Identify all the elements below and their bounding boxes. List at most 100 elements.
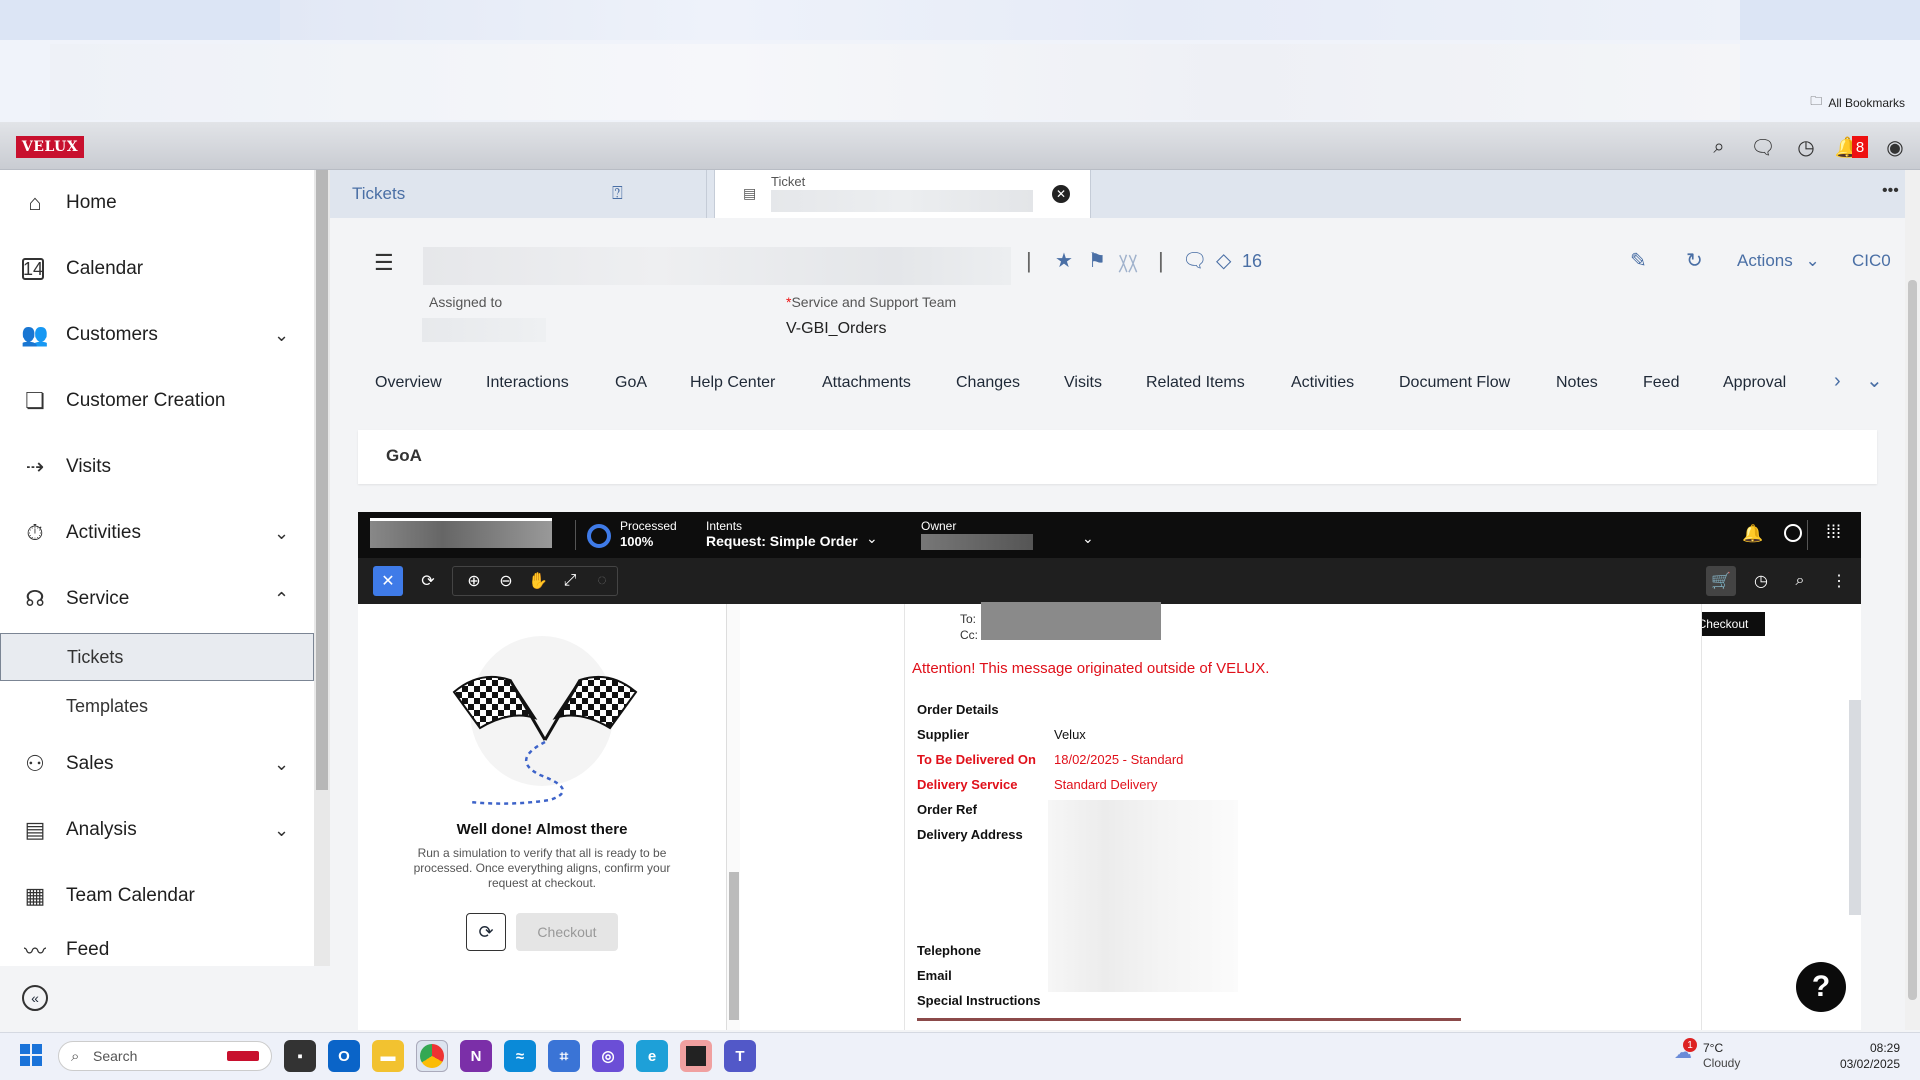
tab-interactions[interactable]: Interactions bbox=[486, 374, 569, 392]
tab-ticket[interactable]: ▤ Ticket bbox=[714, 170, 1091, 218]
sidebar-subitem-tickets[interactable]: Tickets bbox=[0, 633, 314, 681]
user-icon[interactable]: ◉ bbox=[1882, 134, 1908, 160]
chevron-down-icon[interactable]: ⌄ bbox=[1866, 368, 1883, 393]
tab-tickets[interactable]: Tickets ⍰ bbox=[330, 170, 707, 218]
apps-grid-icon[interactable]: ⁞⁞⁞ bbox=[1826, 522, 1841, 543]
search-icon[interactable]: ⌕ bbox=[1706, 134, 1732, 160]
help-button[interactable]: ? bbox=[1796, 962, 1846, 1012]
owner-value-blurred[interactable] bbox=[921, 534, 1033, 550]
main-scrollbar[interactable] bbox=[1905, 170, 1920, 1030]
chevron-right-icon[interactable]: › bbox=[1834, 370, 1841, 393]
tag-icon[interactable]: ◇ bbox=[1216, 248, 1231, 273]
sidebar-item-customers[interactable]: 👥 Customers ⌄ bbox=[0, 308, 314, 362]
tab-help-center[interactable]: Help Center bbox=[690, 374, 775, 392]
chevron-down-icon[interactable]: ⌄ bbox=[274, 820, 289, 841]
ticket-id-prefix[interactable]: CIC0 bbox=[1852, 251, 1891, 271]
flag-icon[interactable]: ⚑ bbox=[1088, 248, 1106, 273]
tab-goa[interactable]: GoA bbox=[615, 374, 647, 392]
clock-time[interactable]: 08:29 bbox=[1834, 1041, 1900, 1055]
star-icon[interactable]: ★ bbox=[1055, 248, 1073, 273]
collapse-sidebar-icon[interactable]: « bbox=[22, 985, 48, 1011]
history-icon[interactable]: ◷ bbox=[1746, 566, 1776, 596]
bell-icon[interactable]: 🔔 bbox=[1742, 524, 1763, 544]
velux-logo[interactable]: VELUX bbox=[16, 136, 84, 158]
edge-icon[interactable]: e bbox=[636, 1040, 668, 1072]
sidebar-item-customer-creation[interactable]: ❏ Customer Creation bbox=[0, 374, 314, 428]
chat-icon[interactable]: 🗨 bbox=[1750, 134, 1776, 160]
chevron-down-icon[interactable]: ⌄ bbox=[274, 523, 289, 544]
sidebar-subitem-templates[interactable]: Templates bbox=[0, 682, 314, 730]
sidebar-item-sales[interactable]: ⚇ Sales ⌄ bbox=[0, 737, 314, 791]
chevron-down-icon[interactable]: ⌄ bbox=[274, 325, 289, 346]
cart-icon[interactable]: 🛒 bbox=[1706, 566, 1736, 596]
sidebar-item-activities[interactable]: ⏱ Activities ⌄ bbox=[0, 506, 314, 560]
tab-overview[interactable]: Overview bbox=[375, 374, 442, 392]
actions-menu[interactable]: Actions ⌄ bbox=[1737, 251, 1820, 271]
new-ticket-icon[interactable]: ⍰ bbox=[612, 183, 623, 204]
sidebar-item-service[interactable]: ☊ Service ⌃ bbox=[0, 572, 314, 626]
browser-tabs-blurred[interactable] bbox=[280, 0, 1740, 40]
tabs-overflow-icon[interactable]: ••• bbox=[1882, 182, 1899, 200]
simulate-button[interactable]: ⟳ bbox=[466, 913, 506, 951]
close-tab-icon[interactable]: ✕ bbox=[1052, 185, 1070, 203]
chevron-down-icon[interactable]: ⌄ bbox=[866, 530, 878, 547]
rss-icon[interactable]: 〷 bbox=[1118, 248, 1138, 277]
sync-icon[interactable]: ⟳ bbox=[413, 566, 443, 596]
tab-document-flow[interactable]: Document Flow bbox=[1399, 374, 1510, 392]
intents-value[interactable]: Request: Simple Order bbox=[706, 533, 858, 549]
tab-visits[interactable]: Visits bbox=[1064, 374, 1102, 392]
sidebar-item-feed[interactable]: 〰 Feed bbox=[0, 935, 314, 965]
document-scrollbar[interactable] bbox=[1849, 700, 1861, 915]
search-icon[interactable]: ⌕ bbox=[1785, 566, 1815, 596]
teams-icon[interactable]: T bbox=[724, 1040, 756, 1072]
zoom-out-icon[interactable]: ⊖ bbox=[491, 566, 521, 596]
search-highlight-icon bbox=[227, 1051, 259, 1061]
chevron-down-icon[interactable]: ⌄ bbox=[1082, 530, 1094, 547]
app-icon[interactable]: ⌗ bbox=[548, 1040, 580, 1072]
chrome-icon[interactable] bbox=[416, 1040, 448, 1072]
task-view-icon[interactable]: ▪ bbox=[284, 1040, 316, 1072]
fit-screen-icon[interactable]: ⤢ bbox=[555, 566, 585, 596]
app-icon[interactable]: ≈ bbox=[504, 1040, 536, 1072]
pan-hand-icon[interactable]: ✋ bbox=[523, 566, 553, 596]
separator: | bbox=[1158, 248, 1164, 273]
address-bar[interactable] bbox=[50, 44, 1740, 120]
sidebar-scrollbar[interactable] bbox=[314, 170, 330, 966]
tab-changes[interactable]: Changes bbox=[956, 374, 1020, 392]
simulation-pane-scrollbar[interactable] bbox=[726, 604, 740, 1030]
comment-icon[interactable]: 🗨 bbox=[1182, 248, 1207, 273]
tab-attachments[interactable]: Attachments bbox=[822, 374, 911, 392]
zoom-in-icon[interactable]: ⊕ bbox=[459, 566, 489, 596]
team-value[interactable]: V-GBI_Orders bbox=[786, 320, 886, 338]
tab-feed[interactable]: Feed bbox=[1643, 374, 1679, 392]
taskbar-search-input[interactable]: ⌕ Search bbox=[58, 1041, 272, 1071]
more-vertical-icon[interactable]: ⋮ bbox=[1824, 566, 1854, 596]
tab-notes[interactable]: Notes bbox=[1556, 374, 1598, 392]
supplier-label: Supplier bbox=[917, 727, 970, 742]
outlook-icon[interactable]: O bbox=[328, 1040, 360, 1072]
chevron-down-icon[interactable]: ⌄ bbox=[274, 754, 289, 775]
checkout-button[interactable]: Checkout bbox=[516, 913, 618, 951]
sidebar-item-analysis[interactable]: ▤ Analysis ⌄ bbox=[0, 803, 314, 857]
sidebar-item-home[interactable]: ⌂ Home bbox=[0, 176, 314, 230]
close-panel-icon[interactable]: ✕ bbox=[373, 566, 403, 596]
all-bookmarks[interactable]: 🗀 All Bookmarks bbox=[1810, 92, 1905, 113]
assigned-to-value-blurred[interactable] bbox=[422, 318, 546, 342]
app-icon[interactable] bbox=[680, 1040, 712, 1072]
tab-approval[interactable]: Approval bbox=[1723, 374, 1786, 392]
sidebar-item-visits[interactable]: ⇢ Visits bbox=[0, 440, 314, 494]
tab-related-items[interactable]: Related Items bbox=[1146, 374, 1245, 392]
tab-activities[interactable]: Activities bbox=[1291, 374, 1354, 392]
clock-date[interactable]: 03/02/2025 bbox=[1834, 1057, 1900, 1071]
user-icon[interactable] bbox=[1784, 524, 1802, 542]
sidebar-item-team-calendar[interactable]: ▦ Team Calendar bbox=[0, 869, 314, 923]
file-explorer-icon[interactable]: ▬ bbox=[372, 1040, 404, 1072]
sidebar-item-calendar[interactable]: 14 Calendar bbox=[0, 242, 314, 296]
edit-icon[interactable]: ✎ bbox=[1630, 248, 1647, 273]
chevron-up-icon[interactable]: ⌃ bbox=[274, 589, 289, 610]
history-icon[interactable]: ◷ bbox=[1793, 134, 1819, 160]
app-icon[interactable]: ◎ bbox=[592, 1040, 624, 1072]
onenote-icon[interactable]: N bbox=[460, 1040, 492, 1072]
refresh-icon[interactable]: ↻ bbox=[1686, 248, 1703, 273]
windows-start-icon[interactable] bbox=[20, 1044, 42, 1066]
